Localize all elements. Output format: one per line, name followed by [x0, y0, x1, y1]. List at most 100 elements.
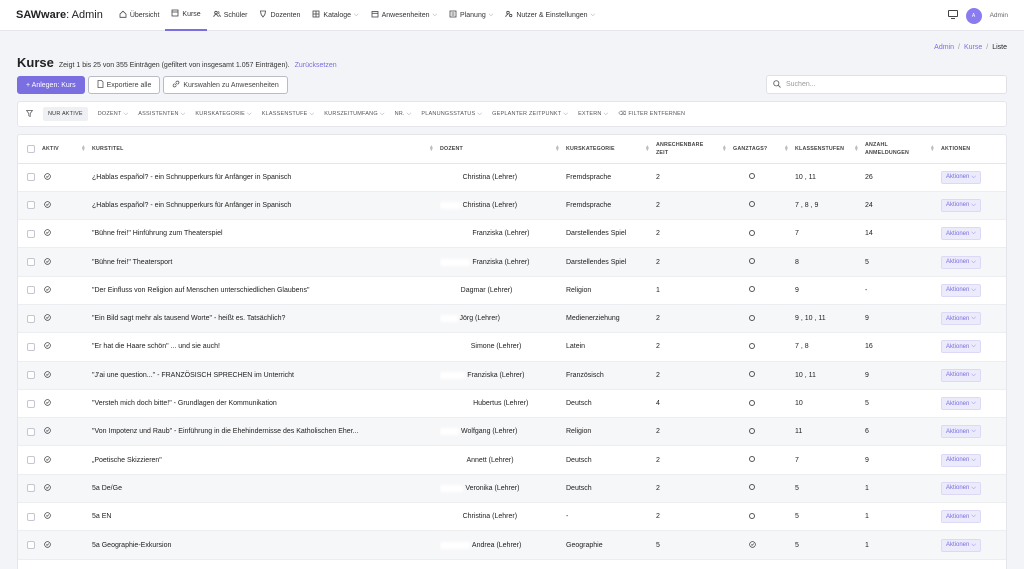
- course-title[interactable]: ¿Hablas español? - ein Schnupperkurs für…: [92, 163, 440, 192]
- course-title[interactable]: "Der Einfluss von Religion auf Menschen …: [92, 276, 440, 305]
- filter-active-only[interactable]: NUR AKTIVE: [43, 107, 88, 121]
- course-title[interactable]: 5a Geographie-Exkursion: [92, 530, 440, 560]
- filter-kurszeitumfang[interactable]: KURSZEITUMFANG ⌵: [324, 111, 384, 118]
- row-actions-dropdown[interactable]: Aktionen ⌵: [941, 453, 981, 467]
- table-row[interactable]: "Von Impotenz und Raub" - Einführung in …: [18, 417, 1006, 447]
- row-checkbox[interactable]: [27, 229, 35, 238]
- search-input[interactable]: [786, 81, 986, 88]
- table-row[interactable]: ¿Hablas español? - ein Schnupperkurs für…: [18, 191, 1006, 221]
- row-actions-dropdown[interactable]: Aktionen ⌵: [941, 510, 981, 524]
- nav-item-nutzer-einstellungen[interactable]: Nutzer & Einstellungen ⌵: [499, 0, 601, 31]
- course-title[interactable]: [92, 559, 440, 569]
- row-checkbox[interactable]: [27, 258, 35, 267]
- filter-nr-[interactable]: NR. ⌵: [395, 111, 412, 118]
- course-title[interactable]: 5a EN: [92, 502, 440, 532]
- row-actions-dropdown[interactable]: Aktionen ⌵: [941, 170, 981, 184]
- row-actions-dropdown[interactable]: Aktionen ⌵: [941, 340, 981, 354]
- row-checkbox[interactable]: [27, 314, 35, 323]
- table-row[interactable]: "Ein Bild sagt mehr als tausend Worte" -…: [18, 304, 1006, 334]
- table-row[interactable]: "Er hat die Haare schön" ... und sie auc…: [18, 332, 1006, 362]
- table-row[interactable]: 5a De/GeGruber, Veronika (Lehrer)Deutsch…: [18, 474, 1006, 504]
- table-row[interactable]: "Bühne frei!" TheatersportMelchner, Fran…: [18, 247, 1006, 277]
- course-title[interactable]: ¿Hablas español? - ein Schnupperkurs für…: [92, 191, 440, 221]
- row-checkbox[interactable]: [27, 427, 35, 436]
- nav-item-planung[interactable]: Planung ⌵: [443, 0, 499, 31]
- col-aktiv[interactable]: AKTIV ▲ ▼: [42, 135, 92, 164]
- filter-planungsstatus[interactable]: PLANUNGSSTATUS ⌵: [421, 111, 482, 118]
- table-row[interactable]: 5a Geographie-ExkursionHofmann, Andrea (…: [18, 530, 1006, 560]
- col-ganztags[interactable]: GANZTAGS? ▲ ▼: [733, 135, 795, 164]
- export-all-button[interactable]: Exportiere alle: [87, 76, 161, 94]
- row-actions-dropdown[interactable]: Aktionen ⌵: [941, 368, 981, 382]
- table-row[interactable]: [18, 559, 1006, 569]
- course-title[interactable]: "J'ai une question..." - FRANZÖSISCH SPR…: [92, 361, 440, 390]
- filter-assistenten[interactable]: ASSISTENTEN ⌵: [138, 111, 185, 118]
- col-kurskategorie[interactable]: KURSKATEGORIE ▲ ▼: [566, 135, 656, 164]
- nav-item-schüler[interactable]: Schüler: [207, 0, 254, 31]
- full-day-empty-circle-icon: [749, 258, 755, 265]
- course-title[interactable]: "Von Impotenz und Raub" - Einführung in …: [92, 417, 440, 447]
- filter-extern[interactable]: EXTERN ⌵: [578, 111, 608, 118]
- filter-dozent[interactable]: DOZENT ⌵: [98, 111, 129, 118]
- select-all-checkbox[interactable]: [27, 144, 35, 153]
- col-kurstitel[interactable]: KURSTITEL ▲ ▼: [92, 135, 440, 164]
- row-checkbox[interactable]: [27, 512, 35, 521]
- row-checkbox[interactable]: [27, 371, 35, 380]
- row-actions-dropdown[interactable]: Aktionen ⌵: [941, 255, 981, 269]
- course-title[interactable]: "Ein Bild sagt mehr als tausend Worte" -…: [92, 304, 440, 334]
- row-checkbox[interactable]: [27, 201, 35, 210]
- row-checkbox[interactable]: [27, 484, 35, 493]
- clear-filters-button[interactable]: ⌫ FILTER ENTFERNEN: [618, 111, 685, 117]
- table-row[interactable]: ¿Hablas español? - ein Schnupperkurs für…: [18, 163, 1006, 192]
- row-checkbox[interactable]: [27, 286, 35, 295]
- course-title[interactable]: "Bühne frei!" Hinführung zum Theaterspie…: [92, 219, 440, 249]
- row-actions-dropdown[interactable]: Aktionen ⌵: [941, 425, 981, 439]
- row-checkbox[interactable]: [27, 456, 35, 465]
- course-choices-to-attendance-button[interactable]: Kurswahlen zu Anwesenheiten: [163, 76, 288, 94]
- add-course-button[interactable]: + Anlegen: Kurs: [17, 76, 85, 94]
- monitor-icon[interactable]: [947, 10, 958, 21]
- reset-link[interactable]: Zurücksetzen: [295, 62, 337, 69]
- nav-item-dozenten[interactable]: Dozenten: [253, 0, 306, 31]
- avatar[interactable]: A: [965, 7, 982, 24]
- user-name[interactable]: Admin: [990, 12, 1008, 19]
- course-title[interactable]: "Er hat die Haare schön" ... und sie auc…: [92, 332, 440, 362]
- col-anmeldungen[interactable]: ANZAHL ANMELDUNGEN ▲ ▼: [865, 135, 941, 164]
- row-actions-dropdown[interactable]: Aktionen ⌵: [941, 227, 981, 241]
- course-title[interactable]: 5a De/Ge: [92, 474, 440, 504]
- table-row[interactable]: „Poetische Skizzieren"Winkler, Annett (L…: [18, 445, 1006, 475]
- row-actions-dropdown[interactable]: Aktionen ⌵: [941, 397, 981, 411]
- table-row[interactable]: "J'ai une question..." - FRANZÖSISCH SPR…: [18, 361, 1006, 390]
- row-checkbox[interactable]: [27, 541, 35, 549]
- course-title[interactable]: „Poetische Skizzieren": [92, 445, 440, 475]
- col-klassenstufen[interactable]: KLASSENSTUFEN ▲ ▼: [795, 135, 865, 164]
- breadcrumb-kurse[interactable]: Kurse: [964, 44, 982, 51]
- search-box[interactable]: [766, 75, 1007, 94]
- row-actions-dropdown[interactable]: Aktionen ⌵: [941, 198, 981, 212]
- nav-item-anwesenheiten[interactable]: Anwesenheiten ⌵: [365, 0, 443, 31]
- row-actions-dropdown[interactable]: Aktionen ⌵: [941, 312, 981, 326]
- table-row[interactable]: "Bühne frei!" Hinführung zum Theaterspie…: [18, 219, 1006, 249]
- course-title[interactable]: "Bühne frei!" Theatersport: [92, 247, 440, 277]
- filter-geplanter-zeitpunkt[interactable]: GEPLANTER ZEITPUNKT ⌵: [492, 111, 568, 118]
- row-actions-dropdown[interactable]: Aktionen ⌵: [941, 481, 981, 495]
- filter-klassenstufe[interactable]: KLASSENSTUFE ⌵: [262, 111, 315, 118]
- nav-item-kataloge[interactable]: Kataloge ⌵: [306, 0, 364, 31]
- nav-item-übersicht[interactable]: Übersicht: [113, 0, 166, 31]
- breadcrumb-admin[interactable]: Admin: [934, 44, 954, 51]
- table-row[interactable]: "Der Einfluss von Religion auf Menschen …: [18, 276, 1006, 305]
- app-brand[interactable]: SAWware: Admin: [16, 9, 103, 21]
- col-dozent[interactable]: DOZENT ▲ ▼: [440, 135, 566, 164]
- registration-count: 1: [865, 474, 941, 504]
- row-actions-dropdown[interactable]: Aktionen ⌵: [941, 283, 981, 297]
- row-checkbox[interactable]: [27, 342, 35, 351]
- nav-item-kurse[interactable]: Kurse: [165, 0, 207, 31]
- table-row[interactable]: "Versteh mich doch bitte!" - Grundlagen …: [18, 389, 1006, 419]
- row-checkbox[interactable]: [27, 399, 35, 408]
- col-anrechenbare-zeit[interactable]: ANRECHENBARE ZEIT ▲ ▼: [656, 135, 733, 164]
- course-title[interactable]: "Versteh mich doch bitte!" - Grundlagen …: [92, 389, 440, 419]
- filter-kurskategorie[interactable]: KURSKATEGORIE ⌵: [195, 111, 251, 118]
- row-actions-dropdown[interactable]: Aktionen ⌵: [941, 538, 981, 552]
- row-checkbox[interactable]: [27, 173, 35, 182]
- table-row[interactable]: 5a ENGobel, Christina (Lehrer)-2 51Aktion…: [18, 502, 1006, 532]
